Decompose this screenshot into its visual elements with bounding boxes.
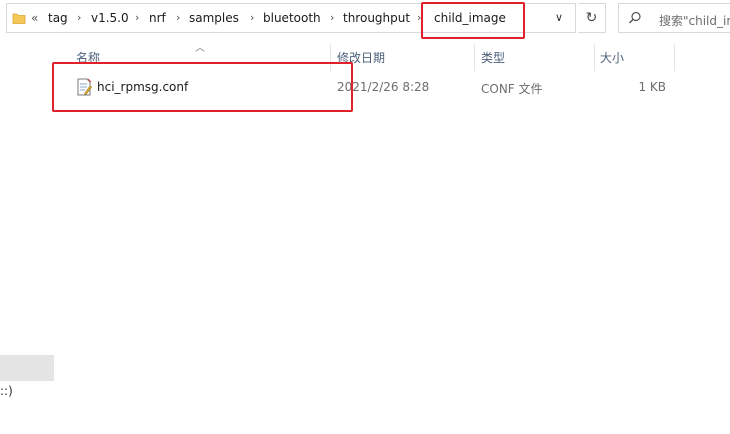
breadcrumb-throughput[interactable]: throughput [343, 11, 410, 25]
highlight-box-child-image [421, 2, 525, 39]
search-box[interactable]: 搜索"child_image" [618, 3, 730, 33]
refresh-button[interactable]: ↻ [578, 3, 606, 33]
address-history-dropdown[interactable]: ∨ [555, 11, 563, 24]
breadcrumb-nrf[interactable]: nrf [149, 11, 166, 25]
column-header-size[interactable]: 大小 [600, 49, 624, 66]
breadcrumb-samples[interactable]: samples [189, 11, 239, 25]
breadcrumb-separator[interactable]: › [176, 11, 180, 24]
breadcrumb-bluetooth[interactable]: bluetooth [263, 11, 321, 25]
breadcrumb-v150[interactable]: v1.5.0 [91, 11, 129, 25]
breadcrumb-separator[interactable]: › [77, 11, 81, 24]
breadcrumb-separator[interactable]: › [250, 11, 254, 24]
file-type: CONF 文件 [481, 82, 543, 96]
column-divider[interactable] [674, 44, 675, 71]
column-divider[interactable] [474, 44, 475, 71]
nav-item-selected[interactable] [0, 355, 54, 381]
column-header-type[interactable]: 类型 [481, 49, 505, 66]
breadcrumb-overflow[interactable]: « [31, 11, 38, 25]
folder-icon [12, 13, 26, 24]
breadcrumb-separator[interactable]: › [330, 11, 334, 24]
search-placeholder[interactable]: 搜索"child_image" [659, 12, 730, 29]
column-divider[interactable] [594, 44, 595, 71]
breadcrumb-separator[interactable]: › [135, 11, 139, 24]
search-icon [629, 11, 641, 24]
sort-ascending-icon: ︿ [195, 43, 205, 54]
highlight-box-file-row [52, 62, 353, 112]
breadcrumb-tag[interactable]: tag [48, 11, 68, 25]
file-size: 1 KB [638, 80, 666, 94]
nav-item-label[interactable]: ::) [0, 384, 13, 398]
